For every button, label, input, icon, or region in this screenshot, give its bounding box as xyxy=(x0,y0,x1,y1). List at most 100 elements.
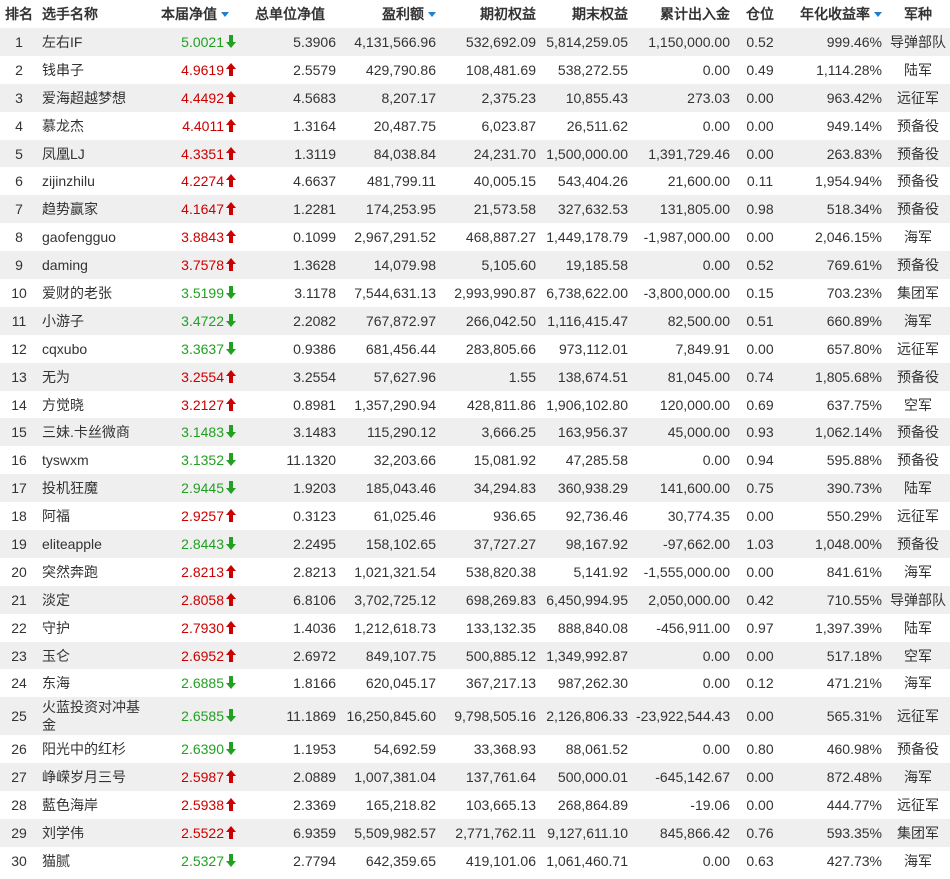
col-nav-header[interactable]: 本届净值 xyxy=(150,0,240,28)
nav-value: 2.7930 xyxy=(181,619,224,636)
player-name-link[interactable]: 左右IF xyxy=(38,28,150,56)
player-name-link[interactable]: 东海 xyxy=(38,669,150,697)
table-row[interactable]: 15 三妹.卡丝微商 3.1483 3.1483 115,290.12 3,666.25 1… xyxy=(0,418,950,447)
player-name-link[interactable]: 爱财的老张 xyxy=(38,279,150,307)
net-flow-cell: 30,774.35 xyxy=(667,508,730,525)
table-row[interactable]: 21 淡定 2.8058 6.8106 3,702,725.12 698,269.83 6,… xyxy=(0,585,950,614)
player-name-link[interactable]: cqxubo xyxy=(38,335,150,363)
col-start-equity-header[interactable]: 期初权益 xyxy=(440,0,540,28)
annual-return-cell: 1,954.94% xyxy=(815,173,882,190)
table-row[interactable]: 30 猫腻 2.5327 2.7794 642,359.65 419,101.06 1,06… xyxy=(0,846,950,875)
arrow-down-icon xyxy=(226,425,236,439)
player-name-link[interactable]: 阳光中的红杉 xyxy=(38,735,150,763)
table-row[interactable]: 6 zijinzhilu 4.2274 4.6637 481,799.11 40,005.… xyxy=(0,167,950,196)
profit-cell: 849,107.75 xyxy=(365,647,436,664)
arrow-up-icon xyxy=(226,770,236,784)
player-name-link[interactable]: zijinzhilu xyxy=(38,167,150,195)
unit-nav-cell: 1.4036 xyxy=(293,619,336,636)
player-name-link[interactable]: 突然奔跑 xyxy=(38,558,150,586)
player-name-link[interactable]: 藍色海岸 xyxy=(38,791,150,819)
net-flow-cell: 273.03 xyxy=(687,89,730,106)
player-name-link[interactable]: daming xyxy=(38,251,150,279)
arrow-down-icon xyxy=(226,313,236,327)
player-name-link[interactable]: 峥嵘岁月三号 xyxy=(38,763,150,791)
unit-nav-cell: 2.7794 xyxy=(293,852,336,869)
col-group-header[interactable]: 军种 xyxy=(886,0,950,28)
player-name-link[interactable]: 爱海超越梦想 xyxy=(38,84,150,112)
table-row[interactable]: 12 cqxubo 3.3637 0.9386 681,456.44 283,805.66… xyxy=(0,334,950,363)
table-row[interactable]: 5 凤凰LJ 4.3351 1.3119 84,038.84 24,231.70 1,500… xyxy=(0,139,950,168)
player-name-link[interactable]: 三妹.卡丝微商 xyxy=(38,418,150,446)
table-row[interactable]: 16 tyswxm 3.1352 11.1320 32,203.66 15,081.92 4… xyxy=(0,446,950,475)
table-row[interactable]: 4 慕龙杰 4.4011 1.3164 20,487.75 6,023.87 26,511.… xyxy=(0,111,950,140)
player-name-link[interactable]: 火蓝投资对冲基金 xyxy=(38,697,150,735)
table-row[interactable]: 10 爱财的老张 3.5199 3.1178 7,544,631.13 2,993,990… xyxy=(0,279,950,307)
player-name-link[interactable]: 投机狂魔 xyxy=(38,474,150,502)
table-row[interactable]: 22 守护 2.7930 1.4036 1,212,618.73 133,132.35 88… xyxy=(0,613,950,642)
position-cell: 0.74 xyxy=(746,368,774,385)
player-name-link[interactable]: gaofengguo xyxy=(38,223,150,251)
player-name-link[interactable]: 玉仑 xyxy=(38,642,150,670)
player-name-link[interactable]: 守护 xyxy=(38,614,150,642)
net-flow-cell: 131,805.00 xyxy=(659,201,730,218)
col-annual-return-header[interactable]: 年化收益率 xyxy=(786,0,886,28)
table-row[interactable]: 13 无为 3.2554 3.2554 57,627.96 1.55 138,674.51 8… xyxy=(0,362,950,391)
rank-cell: 12 xyxy=(11,340,27,357)
table-row[interactable]: 19 eliteapple 2.8443 2.2495 158,102.65 37,727… xyxy=(0,530,950,558)
arrow-down-icon xyxy=(226,453,236,467)
player-name-link[interactable]: 趋势赢家 xyxy=(38,195,150,223)
player-name-link[interactable]: 小游子 xyxy=(38,307,150,335)
player-name-link[interactable]: 刘学伟 xyxy=(38,819,150,847)
player-name-link[interactable]: 方觉晓 xyxy=(38,391,150,419)
table-row[interactable]: 27 峥嵘岁月三号 2.5987 2.0889 1,007,381.04 137,761.… xyxy=(0,763,950,792)
col-net-flow-header[interactable]: 累计出入金 xyxy=(632,0,734,28)
table-row[interactable]: 2 钱串子 4.9619 2.5579 429,790.86 108,481.69 538,… xyxy=(0,55,950,84)
player-name-link[interactable]: tyswxm xyxy=(38,446,150,474)
col-position-header[interactable]: 仓位 xyxy=(734,0,786,28)
table-row[interactable]: 24 东海 2.6885 1.8166 620,045.17 367,217.13 987,… xyxy=(0,669,950,698)
net-flow-cell: 82,500.00 xyxy=(667,312,730,329)
group-cell: 陆军 xyxy=(904,61,932,78)
table-row[interactable]: 20 突然奔跑 2.8213 2.8213 1,021,321.54 538,820.38… xyxy=(0,557,950,586)
unit-nav-cell: 0.9386 xyxy=(293,340,336,357)
start-equity-cell: 2,375.23 xyxy=(481,89,537,106)
table-row[interactable]: 28 藍色海岸 2.5938 2.3369 165,218.82 103,665.13 26… xyxy=(0,791,950,820)
player-name-link[interactable]: 淡定 xyxy=(38,586,150,614)
player-name-link[interactable]: 凤凰LJ xyxy=(38,140,150,168)
col-end-equity-header[interactable]: 期末权益 xyxy=(540,0,632,28)
player-name-link[interactable]: 无为 xyxy=(38,363,150,391)
net-flow-cell: -3,800,000.00 xyxy=(643,284,730,301)
end-equity-cell: 973,112.01 xyxy=(558,340,628,357)
table-row[interactable]: 29 刘学伟 2.5522 6.9359 5,509,982.57 2,771,762.1… xyxy=(0,819,950,847)
table-row[interactable]: 23 玉仑 2.6952 2.6972 849,107.75 500,885.12 1,34… xyxy=(0,641,950,670)
col-profit-header[interactable]: 盈利额 xyxy=(340,0,440,28)
table-row[interactable]: 11 小游子 3.4722 2.2082 767,872.97 266,042.50 1,1… xyxy=(0,306,950,335)
player-name-link[interactable]: 慕龙杰 xyxy=(38,112,150,140)
table-row[interactable]: 1 左右IF 5.0021 5.3906 4,131,566.96 532,692.09 5… xyxy=(0,28,950,56)
player-name-link[interactable]: 钱串子 xyxy=(38,56,150,84)
rank-cell: 30 xyxy=(11,852,27,869)
table-row[interactable]: 14 方觉晓 3.2127 0.8981 1,357,290.94 428,811.86 1… xyxy=(0,390,950,419)
col-name-header[interactable]: 选手名称 xyxy=(38,0,150,28)
player-name-link[interactable]: 猫腻 xyxy=(38,847,150,875)
table-row[interactable]: 26 阳光中的红杉 2.6390 1.1953 54,692.59 33,368.93 88… xyxy=(0,735,950,764)
unit-nav-cell: 1.3164 xyxy=(293,117,336,134)
table-row[interactable]: 3 爱海超越梦想 4.4492 4.5683 8,207.17 2,375.23 10,85… xyxy=(0,83,950,112)
table-row[interactable]: 25 火蓝投资对冲基金 2.6585 11.1869 16,250,845.60 9,79… xyxy=(0,697,950,736)
end-equity-cell: 26,511.62 xyxy=(566,117,628,134)
table-row[interactable]: 17 投机狂魔 2.9445 1.9203 185,043.46 34,294.83 360… xyxy=(0,474,950,503)
col-unit-nav-header[interactable]: 总单位净值 xyxy=(240,0,340,28)
unit-nav-cell: 0.8981 xyxy=(293,396,336,413)
player-name-link[interactable]: 阿福 xyxy=(38,502,150,530)
start-equity-cell: 367,217.13 xyxy=(465,675,536,692)
table-row[interactable]: 8 gaofengguo 3.8843 0.1099 2,967,291.52 468,8… xyxy=(0,223,950,252)
player-name-link[interactable]: eliteapple xyxy=(38,530,150,558)
profit-cell: 681,456.44 xyxy=(365,340,436,357)
unit-nav-cell: 6.9359 xyxy=(293,824,336,841)
position-cell: 0.76 xyxy=(746,824,774,841)
table-row[interactable]: 7 趋势赢家 4.1647 1.2281 174,253.95 21,573.58 327,… xyxy=(0,195,950,224)
table-row[interactable]: 9 daming 3.7578 1.3628 14,079.98 5,105.60 19,1… xyxy=(0,251,950,280)
table-row[interactable]: 18 阿福 2.9257 0.3123 61,025.46 936.65 92,736.46… xyxy=(0,502,950,531)
col-rank-header[interactable]: 排名 xyxy=(0,0,38,28)
arrow-down-icon xyxy=(226,676,236,690)
